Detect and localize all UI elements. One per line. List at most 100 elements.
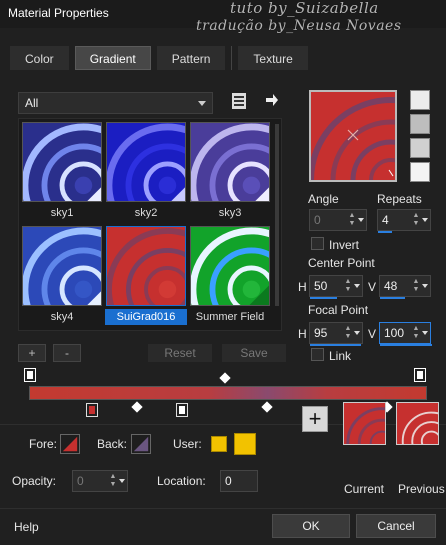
- watermark-line-2: tradução by_Neusa Novaes: [196, 18, 402, 34]
- chevron-down-icon: [354, 284, 360, 288]
- invert-checkbox[interactable]: [311, 237, 324, 250]
- gallery-item-sky1[interactable]: sky1: [21, 122, 146, 248]
- tab-texture[interactable]: Texture: [238, 46, 308, 70]
- tab-color[interactable]: Color: [10, 46, 69, 70]
- gallery-item-sky2[interactable]: sky2: [105, 122, 230, 248]
- repeats-label: Repeats: [377, 192, 422, 206]
- gallery-item-sky3[interactable]: sky3: [189, 122, 281, 248]
- up-down-arrows-icon: ▲ ▼: [412, 325, 420, 340]
- up-down-arrows-icon: ▲ ▼: [348, 212, 356, 227]
- invert-label: Invert: [329, 238, 360, 252]
- gradient-preview[interactable]: [309, 90, 397, 182]
- tab-divider: [231, 46, 233, 70]
- title-bar: Material Properties tuto by_Suizabella t…: [0, 0, 446, 34]
- location-label: Location:: [157, 474, 206, 488]
- center-v-value: 48: [384, 279, 398, 293]
- ok-button[interactable]: OK: [272, 514, 350, 538]
- chevron-down-icon: [422, 218, 428, 222]
- gradient-bar[interactable]: [29, 386, 427, 400]
- current-label: Current: [344, 482, 385, 496]
- opacity-value: 0: [77, 474, 84, 488]
- fore-label: Fore:: [29, 437, 58, 451]
- center-v-label: V: [368, 280, 377, 294]
- location-value: 0: [225, 474, 232, 488]
- save-button[interactable]: Save: [222, 344, 286, 362]
- center-v-spinner[interactable]: 48 ▲ ▼: [379, 275, 431, 299]
- focal-h-label: H: [298, 327, 307, 341]
- tab-gradient[interactable]: Gradient: [74, 46, 151, 70]
- up-down-arrows-icon: ▲ ▼: [344, 278, 352, 293]
- link-checkbox[interactable]: [311, 348, 324, 361]
- gallery-label: sky3: [218, 207, 242, 219]
- watermark-line-1: tuto by_Suizabella: [230, 0, 379, 17]
- category-dropdown[interactable]: All: [18, 92, 213, 114]
- angle-spinner[interactable]: 0 ▲ ▼: [309, 209, 367, 231]
- transparency-stop-start[interactable]: [24, 368, 36, 382]
- color-midpoint[interactable]: [261, 401, 273, 413]
- transparency-midpoint[interactable]: [219, 372, 231, 384]
- cancel-button[interactable]: Cancel: [356, 514, 436, 538]
- focal-h-spinner[interactable]: 95 ▲ ▼: [309, 322, 363, 346]
- color-midpoint[interactable]: [131, 401, 143, 413]
- chevron-down-icon: [422, 331, 428, 335]
- color-stop[interactable]: [86, 403, 98, 417]
- category-selected: All: [25, 96, 39, 110]
- gallery-scrollbar[interactable]: [275, 124, 279, 306]
- add-gradient-button[interactable]: +: [18, 344, 46, 362]
- chevron-down-icon: [354, 331, 360, 335]
- up-down-arrows-icon: ▲ ▼: [344, 325, 352, 340]
- divider: [0, 508, 446, 509]
- up-down-arrows-icon: ▲ ▼: [109, 473, 117, 488]
- chevron-down-icon: [119, 479, 125, 483]
- remove-gradient-button[interactable]: -: [53, 344, 81, 362]
- center-h-level-bar: [310, 297, 337, 299]
- repeats-spinner[interactable]: 4 ▲ ▼: [377, 209, 431, 233]
- transparency-stop-end[interactable]: [414, 368, 426, 382]
- help-link[interactable]: Help: [14, 520, 39, 534]
- location-field[interactable]: 0: [220, 470, 258, 492]
- rectangular-style-icon[interactable]: [410, 114, 430, 134]
- gallery-item-suigrad016[interactable]: SuiGrad016: [105, 226, 229, 330]
- center-v-level-bar: [380, 297, 405, 299]
- fore-swatch[interactable]: [60, 434, 80, 454]
- linear-style-icon[interactable]: [410, 90, 430, 110]
- center-point-label: Center Point: [308, 256, 375, 270]
- chevron-down-icon: [422, 284, 428, 288]
- center-h-label: H: [298, 280, 307, 294]
- center-h-value: 50: [314, 279, 328, 293]
- focal-v-label: V: [368, 327, 377, 341]
- radial-style-icon[interactable]: [410, 162, 430, 182]
- angle-value: 0: [314, 213, 321, 227]
- sky4-thumbnail: [21, 226, 146, 330]
- gallery-item-summer-field[interactable]: Summer Field: [189, 226, 281, 330]
- focal-v-level-bar: [380, 344, 432, 346]
- back-swatch[interactable]: [131, 434, 151, 454]
- gradient-gallery: sky1 sky2 sky3 sky4 SuiGrad016 Summer Fi…: [18, 118, 282, 331]
- angle-label: Angle: [308, 192, 339, 206]
- user-swatch-small[interactable]: [211, 436, 227, 452]
- user-label: User:: [173, 437, 202, 451]
- suigrad016-thumbnail: [106, 226, 229, 330]
- sky2-thumbnail: [105, 122, 230, 248]
- focal-point-label: Focal Point: [308, 303, 369, 317]
- add-to-swatches-button[interactable]: +: [302, 406, 328, 432]
- arrow-right-icon[interactable]: [265, 93, 279, 110]
- gallery-label: sky4: [50, 311, 74, 323]
- sky3-thumbnail: [189, 122, 281, 248]
- current-material-swatch[interactable]: [343, 402, 386, 445]
- repeats-level-bar: [378, 231, 392, 233]
- user-swatch[interactable]: [234, 433, 256, 455]
- sunburst-style-icon[interactable]: [410, 138, 430, 158]
- center-h-spinner[interactable]: 50 ▲ ▼: [309, 275, 363, 299]
- reset-button[interactable]: Reset: [148, 344, 212, 362]
- focal-h-value: 95: [314, 326, 328, 340]
- focal-v-spinner[interactable]: 100 ▲ ▼: [379, 322, 432, 346]
- gallery-label: SuiGrad016: [105, 309, 187, 325]
- gallery-item-sky4[interactable]: sky4: [21, 226, 146, 330]
- previous-material-swatch[interactable]: [396, 402, 439, 445]
- tab-pattern[interactable]: Pattern: [156, 46, 226, 70]
- color-stop[interactable]: [176, 403, 188, 417]
- opacity-spinner[interactable]: 0 ▲ ▼: [72, 470, 128, 492]
- gradient-library-icon[interactable]: [231, 92, 247, 113]
- summer-field-thumbnail: [189, 226, 281, 330]
